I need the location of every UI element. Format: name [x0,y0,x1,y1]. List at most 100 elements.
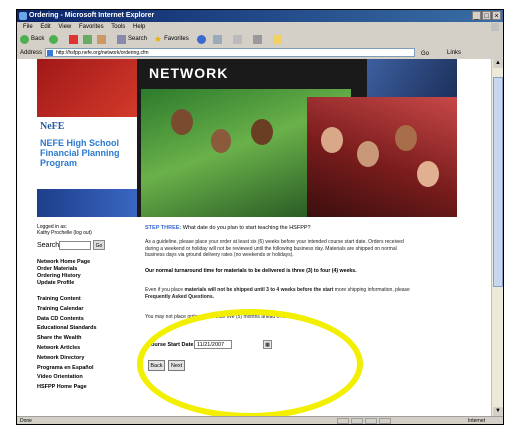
menu-bar: File Edit View Favorites Tools Help [17,22,503,32]
refresh-button[interactable] [83,34,92,45]
minimize-button[interactable]: _ [472,11,481,20]
student-face [171,109,193,135]
shipping-note-d: more shipping information, please [333,287,410,293]
folder-button[interactable] [273,34,282,45]
nav-network-directory[interactable]: Network Directory [37,354,97,364]
menu-view[interactable]: View [58,24,71,30]
media-icon [197,35,206,44]
media-button[interactable] [197,34,206,45]
nav-order-materials[interactable]: Order Materials [37,266,90,273]
status-text: Done [20,418,32,424]
print-button[interactable] [253,34,262,45]
nav-network-home[interactable]: Network Home Page [37,259,90,266]
nav-hsfpp-home[interactable]: HSFPP Home Page [37,383,97,393]
page-content: NeFE NEFE High School Financial Planning… [17,59,491,416]
faq-link[interactable]: Frequently Asked Questions. [145,294,214,300]
security-zone: Internet [468,418,485,424]
student-face [211,129,231,153]
window-titlebar: Ordering - Microsoft Internet Explorer _… [17,10,503,22]
nav-video-orientation[interactable]: Video Orientation [37,373,97,383]
program-title: NEFE High School Financial Planning Prog… [40,138,120,168]
calendar-icon[interactable]: ▦ [263,340,272,349]
scroll-thumb[interactable] [493,77,503,287]
student-face [251,119,273,145]
scroll-up-arrow-icon[interactable]: ▲ [493,59,503,68]
ie-icon [19,12,27,20]
site-search-input[interactable] [59,241,91,250]
menu-tools[interactable]: Tools [111,24,125,30]
status-bar: Done Internet [17,416,503,424]
status-segment [379,418,391,424]
network-title: NETWORK [149,65,229,81]
primary-nav: Network Home Page Order Materials Orderi… [37,259,90,287]
forward-button[interactable] [49,34,58,45]
nav-network-articles[interactable]: Network Articles [37,344,97,354]
shipping-note-b: materials will not be shipped until 3 to… [184,287,322,293]
home-button[interactable] [97,34,106,45]
stop-icon [69,35,78,44]
mail-button[interactable] [233,34,242,45]
next-step-button[interactable]: Next [168,360,185,371]
menu-favorites[interactable]: Favorites [79,24,104,30]
page-icon [47,50,53,56]
history-button[interactable] [213,34,222,45]
address-input[interactable]: http://hsfpp.nefe.org/network/ordering.c… [45,48,415,57]
mail-icon [233,35,242,44]
home-icon [97,35,106,44]
stop-button[interactable] [69,34,78,45]
banner-blue-block [37,189,137,217]
login-status: Logged in as: Kathy Prochelle (log out) [37,224,92,236]
close-button[interactable]: × [492,11,501,20]
nav-training-calendar[interactable]: Training Calendar [37,305,97,315]
search-button[interactable]: Search [117,34,147,45]
guideline-text: As a guideline, please place your order … [145,239,404,258]
nav-update-profile[interactable]: Update Profile [37,280,90,287]
browser-window: Ordering - Microsoft Internet Explorer _… [16,9,504,425]
favorites-label: Favorites [164,36,189,42]
student-face [395,125,417,151]
forward-arrow-icon [49,35,58,44]
step-heading: STEP THREE: What date do you plan to sta… [145,225,311,231]
site-search-go-button[interactable]: Go [93,240,105,250]
print-icon [253,35,262,44]
shipping-note-c: start [322,287,334,293]
nav-ordering-history[interactable]: Ordering History [37,273,90,280]
course-start-date-input[interactable] [194,340,232,349]
maximize-button[interactable]: □ [482,11,491,20]
nav-programa-espanol[interactable]: Programa en Español [37,364,97,374]
banner-photo-group [307,97,457,217]
links-button[interactable]: Links [447,47,461,59]
secondary-nav: Training Content Training Calendar Data … [37,295,97,393]
nefe-logo: NeFE [40,121,65,132]
favorites-button[interactable]: ★ Favorites [154,34,189,45]
month-limit-note: You may not place orders more than five … [145,314,293,320]
shipping-note: Even if you place materials will not be … [145,287,435,300]
login-line2[interactable]: Kathy Prochelle (log out) [37,230,92,236]
nav-training-content[interactable]: Training Content [37,295,97,305]
shipping-note-a: Even if you place [145,287,185,293]
address-bar: Address http://hsfpp.nefe.org/network/or… [17,47,503,59]
step-label: STEP THREE: [145,225,182,231]
window-title: Ordering - Microsoft Internet Explorer [29,12,155,19]
menu-help[interactable]: Help [133,24,145,30]
menu-file[interactable]: File [23,24,33,30]
search-icon [117,35,126,44]
address-url: http://hsfpp.nefe.org/network/ordering.c… [56,50,149,56]
nav-share-the-wealth[interactable]: Share the Wealth [37,334,97,344]
network-banner: NeFE NEFE High School Financial Planning… [37,59,457,217]
folder-icon [273,35,282,44]
nav-educational-standards[interactable]: Educational Standards [37,324,97,334]
menu-edit[interactable]: Edit [40,24,50,30]
nav-data-cd-contents[interactable]: Data CD Contents [37,315,97,325]
status-segment [351,418,363,424]
scroll-down-arrow-icon[interactable]: ▼ [493,407,503,416]
turnaround-text: Our normal turnaround time for materials… [145,268,357,274]
toolbar: Back Search ★ Favorites [17,32,503,48]
back-button[interactable]: Back [20,34,44,45]
history-icon [213,35,222,44]
status-segment [337,418,349,424]
back-label: Back [31,36,45,42]
vertical-scrollbar[interactable]: ▲ ▼ [491,59,503,416]
back-step-button[interactable]: Back [148,360,165,371]
student-face [357,141,379,167]
